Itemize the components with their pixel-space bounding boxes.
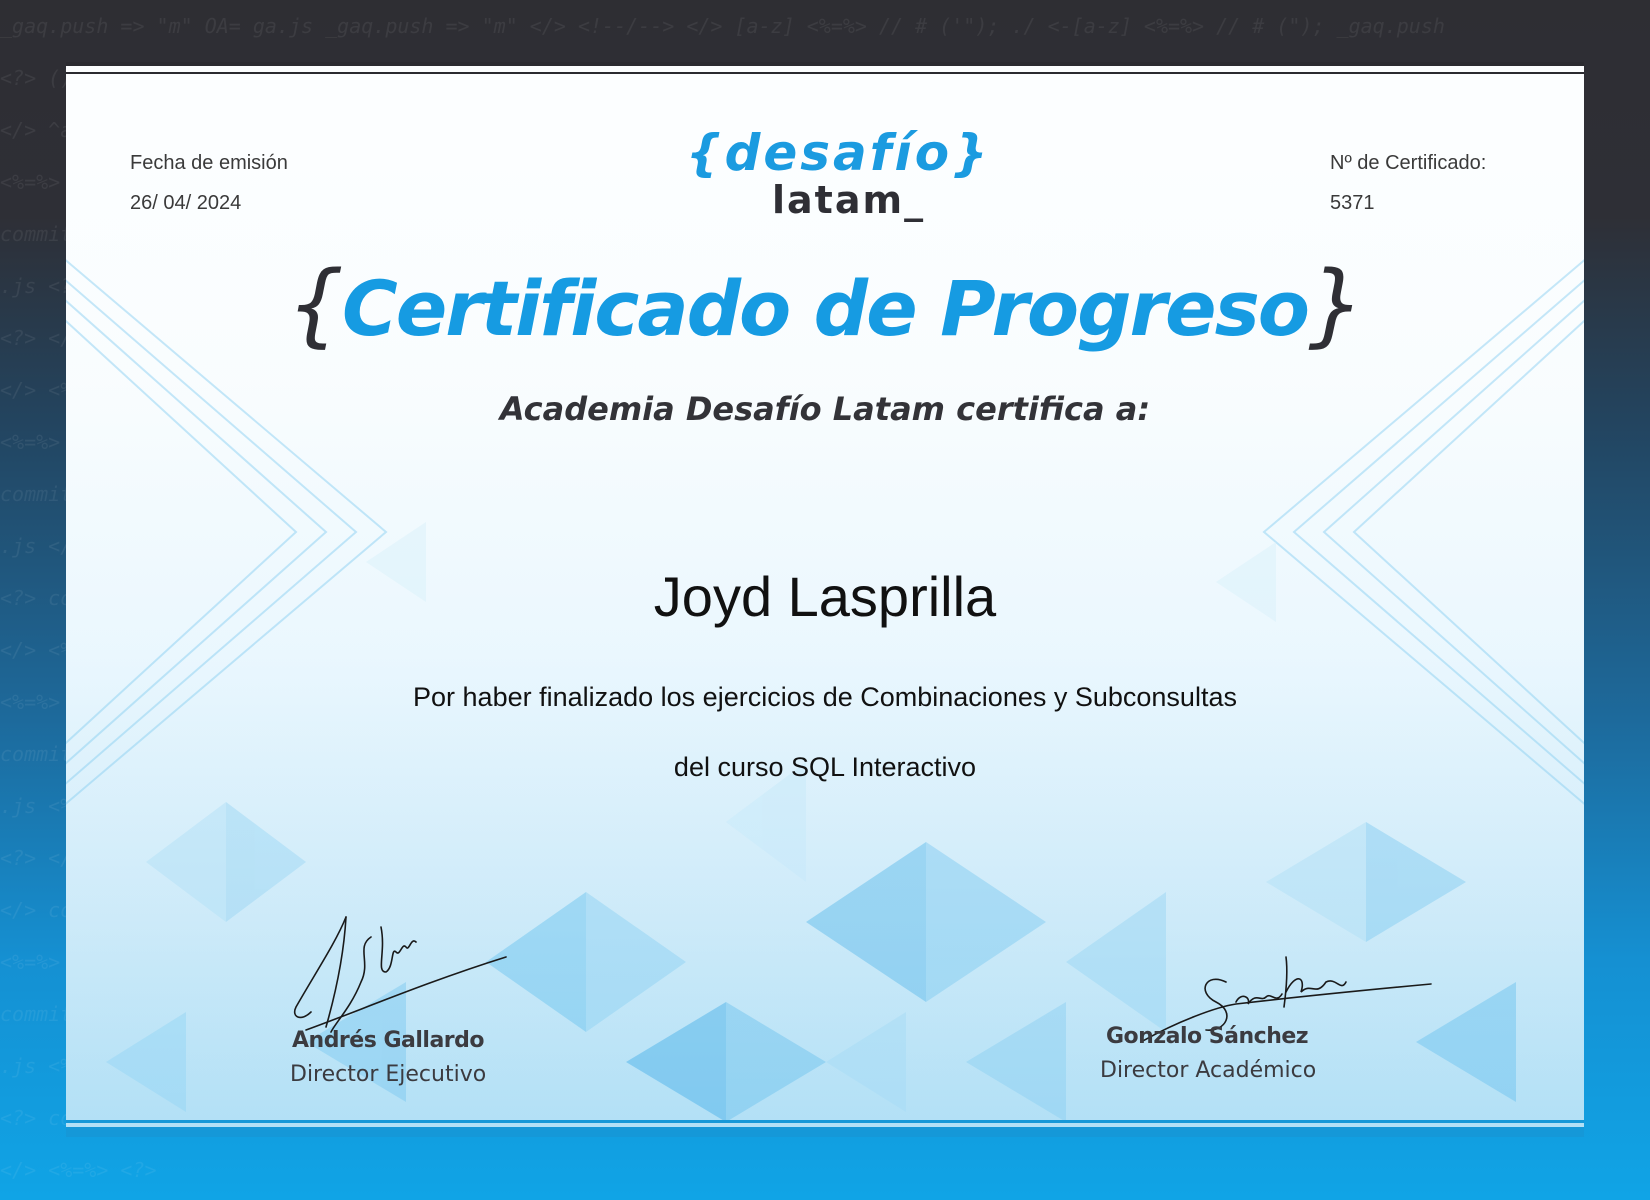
signatory-2-name: Gonzalo Sánchez	[1106, 1024, 1309, 1049]
recipient-name: Joyd Lasprilla	[653, 565, 997, 628]
certificate-number-value: 5371	[1330, 192, 1375, 214]
signature-andres-gallardo	[293, 916, 507, 1033]
title-text: Certificado de Progreso	[341, 264, 1310, 353]
title-open-brace: {	[286, 252, 344, 357]
certifies-subtitle: Academia Desafío Latam certifica a:	[499, 390, 1151, 428]
certificate-card: Fecha de emisión 26/ 04/ 2024 Nº de Cert…	[66, 62, 1584, 1137]
logo-wordmark-top: {desafío}	[686, 124, 991, 182]
signatory-2-role: Director Académico	[1100, 1058, 1317, 1083]
issue-date-value: 26/ 04/ 2024	[130, 192, 242, 214]
top-border-rule	[66, 62, 1584, 66]
bottom-border-rule	[66, 1127, 1584, 1137]
certificate-number-label: Nº de Certificado:	[1330, 152, 1487, 174]
logo-wordmark-bottom: latam_	[772, 178, 926, 222]
issue-date-label: Fecha de emisión	[130, 152, 288, 174]
bottom-border-rule-thin	[66, 1120, 1584, 1123]
signatory-1-name: Andrés Gallardo	[292, 1028, 485, 1053]
reason-line-2: del curso SQL Interactivo	[673, 752, 977, 782]
certificate-title: {Certificado de Progreso}	[66, 252, 1584, 357]
reason-line-1: Por haber finalizado los ejercicios de C…	[413, 682, 1237, 712]
title-close-brace: }	[1308, 252, 1365, 357]
top-border-rule-thin	[66, 72, 1584, 74]
desafio-latam-logo: {desafío} latam_	[686, 124, 1046, 234]
signatory-1-role: Director Ejecutivo	[290, 1062, 487, 1087]
